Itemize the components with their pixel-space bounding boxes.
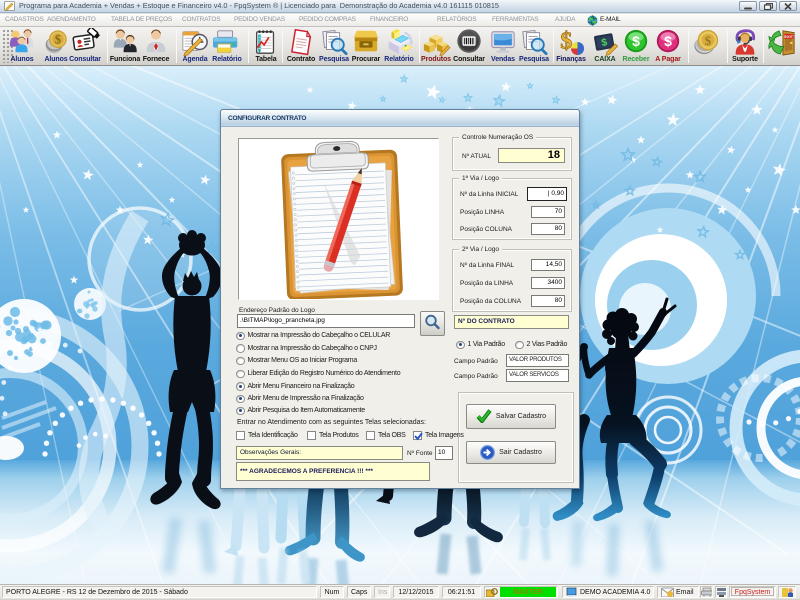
svg-text:$: $ xyxy=(664,33,672,49)
svg-text:$: $ xyxy=(705,33,712,48)
svg-text:$: $ xyxy=(632,33,640,49)
svg-text:$: $ xyxy=(560,28,572,55)
svg-text:EXIT: EXIT xyxy=(784,34,793,39)
svg-text:$: $ xyxy=(55,32,61,46)
